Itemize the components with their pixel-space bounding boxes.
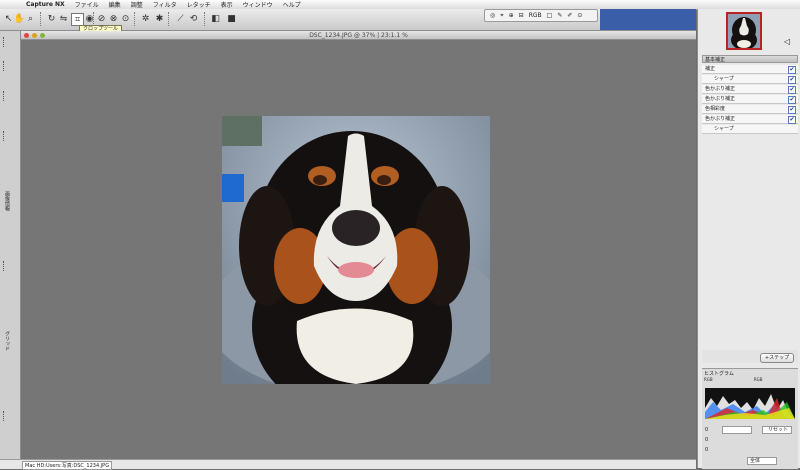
histogram-dropdown[interactable]: RGB (754, 377, 763, 382)
edit-step-label: シャープ (714, 76, 734, 82)
menu-window[interactable]: ウィンドウ (243, 0, 273, 9)
edit-step-checkbox[interactable]: ✔ (788, 76, 796, 84)
document-title: DSC_1234.JPG @ 37% | 23:1.1 % (309, 32, 408, 39)
edit-step-label: 色かぶり補正 (705, 116, 736, 122)
histogram-channel-label: RGB (704, 377, 713, 382)
viewer-control-3[interactable]: ⊕ (509, 12, 514, 19)
menu-view[interactable]: 表示 (221, 0, 233, 9)
histogram-input-1[interactable] (722, 426, 752, 434)
black-point-icon[interactable]: ⊗ (108, 13, 119, 24)
toolbar-divider (204, 12, 206, 26)
image-canvas[interactable] (21, 40, 696, 459)
zoom-tool-icon[interactable]: ⌕ (25, 13, 36, 24)
straighten-icon[interactable]: ⇋ (58, 13, 69, 24)
edit-step-checkbox[interactable]: ✔ (788, 116, 796, 124)
histogram-svg (705, 394, 795, 419)
viewer-controls: ◎ ⌖ ⊕ ⊟ RGB □ ✎ ✐ ⊙ (484, 9, 598, 22)
menu-filter[interactable]: フィルタ (153, 0, 177, 9)
edit-step-label: 色かぶり補正 (705, 96, 736, 102)
hand-tool-icon[interactable]: ✋ (14, 13, 25, 24)
edit-step-checkbox[interactable]: ✔ (788, 96, 796, 104)
edit-step[interactable]: 色かぶり補正 ✔ (702, 95, 798, 104)
edit-step-label: 色かぶり補正 (705, 86, 736, 92)
toolbar-divider (168, 12, 170, 26)
control-point-icon[interactable]: ⊘ (96, 13, 107, 24)
viewer-control-2[interactable]: ⌖ (500, 12, 503, 20)
left-tab-info[interactable]: 画像情報 (4, 191, 11, 211)
histogram-row-3: 0 (705, 447, 708, 453)
edit-step[interactable]: 色相彩度 ✔ (702, 105, 798, 114)
pen-icon[interactable]: ✐ (567, 12, 572, 19)
rotate-icon[interactable]: ↻ (46, 13, 57, 24)
desktop-background (600, 9, 696, 30)
menu-help[interactable]: ヘルプ (283, 0, 301, 9)
menu-app[interactable]: Capture NX (26, 1, 65, 8)
edit-step[interactable]: 色かぶり補正 ✔ (702, 115, 798, 124)
document-title-bar[interactable]: DSC_1234.JPG @ 37% | 23:1.1 % (21, 31, 696, 40)
lasso-icon[interactable]: ⟲ (188, 13, 199, 24)
edit-step[interactable]: 補正 ✔ (702, 65, 798, 74)
rgb-channel-button[interactable]: RGB (529, 12, 542, 19)
edit-step[interactable]: シャープ ✔ (702, 75, 798, 84)
white-point-icon[interactable]: ⊙ (120, 13, 131, 24)
histogram-bottom-select[interactable]: 全体 (747, 457, 777, 465)
viewer-control-4[interactable]: ⊟ (519, 12, 524, 19)
ruler-mark (3, 131, 9, 141)
edit-step-checkbox[interactable]: ✔ (788, 66, 796, 74)
ruler-mark (3, 61, 9, 71)
thumbnail-arrow-icon[interactable]: ◁ (784, 37, 790, 46)
right-panel: ◁ 基本補正 補正 ✔ シャープ ✔ 色かぶり補正 ✔ 色かぶり補正 ✔ 色相彩… (697, 9, 800, 469)
edit-step-label: 色相彩度 (705, 106, 726, 112)
histogram-title: ヒストグラム (704, 371, 734, 377)
direct-select-icon[interactable]: ↖ (3, 13, 14, 24)
left-tool-strip: 画像情報 グリッド (0, 31, 21, 468)
dog-photo-image (222, 116, 490, 384)
ruler-mark (3, 37, 9, 47)
histogram-graph (705, 388, 795, 419)
dog-photo[interactable] (222, 116, 490, 384)
edit-step-label: 補正 (705, 66, 716, 72)
histogram-reset-button[interactable]: リセット (762, 426, 792, 434)
menu-edit[interactable]: 編集 (109, 0, 121, 9)
edit-list-header[interactable]: 基本補正 (702, 55, 798, 63)
edit-step-label: シャープ (714, 126, 734, 132)
toolbar-divider (40, 12, 42, 26)
menu-retouch[interactable]: レタッチ (187, 0, 211, 9)
menu-adjust[interactable]: 調整 (131, 0, 143, 9)
brush-icon[interactable]: ⟋ (175, 13, 186, 24)
file-path-status: Mac HD:Users:写真:DSC_1234.JPG (22, 461, 113, 470)
marquee-icon[interactable]: ◧ (210, 13, 221, 24)
edit-step-checkbox[interactable]: ✔ (788, 106, 796, 114)
histogram-row-1: 0 (705, 427, 708, 433)
toolbar-divider (134, 12, 136, 26)
color-picker-icon[interactable]: ✱ (154, 13, 165, 24)
menu-file[interactable]: ファイル (75, 0, 99, 9)
viewer-control-1[interactable]: ◎ (490, 12, 495, 19)
toolbar-divider (93, 12, 95, 26)
left-tab-grid[interactable]: グリッド (4, 331, 11, 351)
edit-step[interactable]: 色かぶり補正 ✔ (702, 85, 798, 94)
thumbnail-preview[interactable] (726, 12, 762, 50)
pencil-icon[interactable]: ✎ (557, 12, 562, 19)
fill-icon[interactable]: ■ (226, 13, 237, 24)
ruler-mark (3, 91, 9, 101)
viewer-control-6[interactable]: □ (547, 12, 553, 19)
auto-retouch-icon[interactable]: ✲ (140, 13, 151, 24)
add-step-button[interactable]: +ステップ (760, 353, 794, 363)
histogram-panel: ヒストグラム RGB RGB 0 リセット 0 0 全体 (702, 368, 798, 469)
histogram-row-2: 0 (705, 437, 708, 443)
edit-step-checkbox[interactable]: ✔ (788, 86, 796, 94)
histogram-value-1: 0 (705, 427, 709, 433)
histogram-channel-row: RGB RGB (704, 377, 796, 382)
loupe-icon[interactable]: ⊙ (577, 12, 582, 19)
histogram-value-2: 0 (705, 437, 709, 443)
histogram-value-3: 0 (705, 447, 709, 453)
edit-step[interactable]: シャープ (702, 125, 798, 134)
thumbnail-image (728, 14, 760, 48)
ruler-mark (3, 261, 9, 271)
ruler-mark (3, 411, 9, 421)
